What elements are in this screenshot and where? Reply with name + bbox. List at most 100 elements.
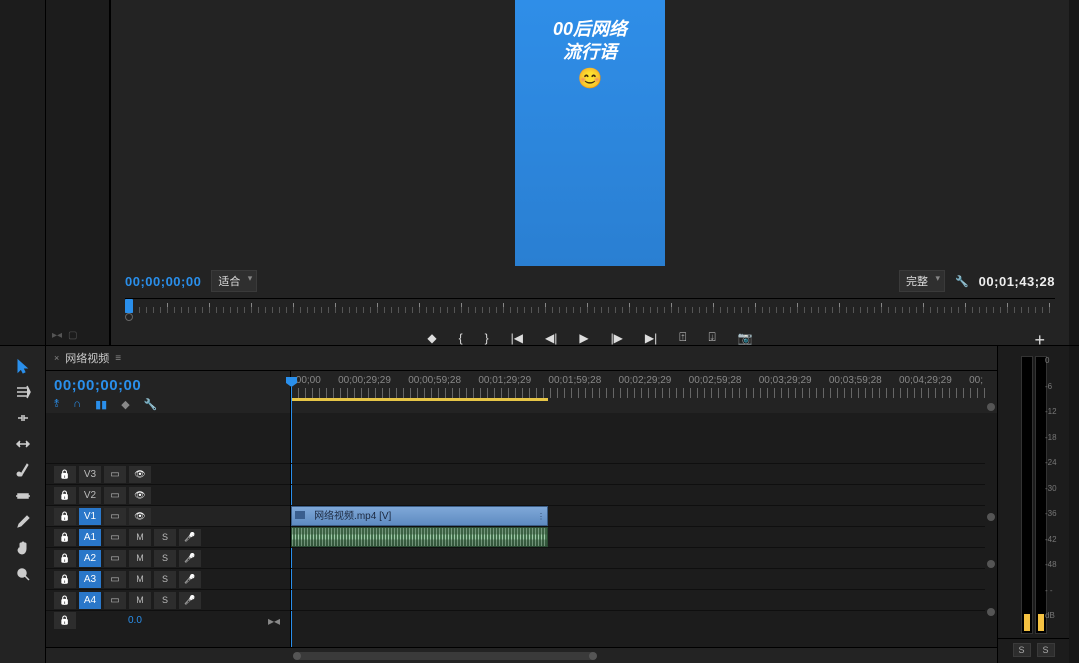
voice-record-icon[interactable] [179,571,201,588]
solo-right-button[interactable]: S [1037,643,1055,657]
track-v2-label[interactable]: V2 [79,487,101,504]
hand-tool-icon[interactable] [12,538,34,558]
export-frame-icon[interactable]: 📷 [738,331,753,345]
pen-tool-icon[interactable] [12,512,34,532]
sync-lock-icon[interactable] [104,529,126,546]
lock-icon[interactable] [54,612,76,629]
ripple-edit-tool-icon[interactable] [12,408,34,428]
timeline-ruler[interactable]: ;00;0000;00;29;2900;00;59;2800;01;29;290… [291,371,997,413]
go-to-in-icon[interactable]: |◀ [511,331,523,345]
solo-button[interactable]: S [154,529,176,546]
mute-button[interactable]: M [129,592,151,609]
toggle-output-icon[interactable] [129,508,151,525]
voice-record-icon[interactable] [179,550,201,567]
solo-button[interactable]: S [154,550,176,567]
add-marker-icon[interactable]: ◆ [427,331,436,345]
track-v3-label[interactable]: V3 [79,466,101,483]
sync-lock-icon[interactable] [104,550,126,567]
track-a3-label[interactable]: A3 [79,571,101,588]
monitor-timecode[interactable]: 00;00;00;00 [125,274,201,289]
voice-record-icon[interactable] [179,592,201,609]
solo-left-button[interactable]: S [1013,643,1031,657]
monitor-ruler[interactable] [125,298,1055,324]
timeline-hscroll[interactable] [46,647,997,663]
new-item-icon[interactable]: ▢ [68,330,77,341]
timeline-body: V3 V2 V1 [46,413,997,647]
sync-lock-icon[interactable] [104,592,126,609]
track-a2-label[interactable]: A2 [79,550,101,567]
audio-meters-panel: 0-6-12-18-24-30-36-42-48- -dB S S [997,346,1069,663]
linked-selection-icon[interactable]: ∩ [73,398,81,411]
go-to-out-icon[interactable]: ▶| [645,331,657,345]
monitor-playhead[interactable] [125,299,133,313]
tl-settings-icon[interactable]: 🔧 [144,398,158,411]
sync-lock-icon[interactable] [104,487,126,504]
tl-marker-icon[interactable]: ◆ [121,398,129,411]
lift-icon[interactable]: ⍐ [679,330,686,345]
track-v1-label[interactable]: V1 [79,508,101,525]
lock-icon[interactable] [54,592,76,609]
extract-icon[interactable]: ⍗ [708,330,715,345]
mute-button[interactable]: M [129,571,151,588]
markers-icon[interactable]: ▮▮ [95,398,107,411]
track-header-v1: V1 [46,505,290,526]
zoom-tool-icon[interactable] [12,564,34,584]
lock-icon[interactable] [54,571,76,588]
mark-out-icon[interactable]: } [485,331,489,345]
mute-button[interactable]: M [129,529,151,546]
bin-icon[interactable]: ▸◂ [52,330,62,341]
play-icon[interactable]: ▶ [579,331,588,345]
tab-close-icon[interactable]: × [54,353,59,363]
timeline-timecode[interactable]: 00;00;00;00 [54,377,282,394]
program-monitor: 00后网络 流行语 😊 00;00;00;00 适合 完整 🔧 00;01;43… [110,0,1069,345]
lock-icon[interactable] [54,529,76,546]
mark-in-icon[interactable]: { [459,331,463,345]
monitor-controls: 00;00;00;00 适合 完整 🔧 00;01;43;28 ◆ { [111,266,1069,359]
work-area-bar[interactable] [291,398,548,401]
track-select-tool-icon[interactable] [12,382,34,402]
toolbar [0,346,46,663]
sync-lock-icon[interactable] [104,466,126,483]
audio-clip[interactable] [291,527,548,547]
track-a1-label[interactable]: A1 [79,529,101,546]
toggle-output-icon[interactable] [129,487,151,504]
step-back-icon[interactable]: ◀| [545,331,557,345]
lock-icon[interactable] [54,466,76,483]
track-a4-label[interactable]: A4 [79,592,101,609]
settings-wrench-icon[interactable]: 🔧 [955,275,969,288]
vscroll-handle[interactable] [987,513,995,521]
lock-icon[interactable] [54,487,76,504]
link-icon[interactable]: ▸◂ [268,614,280,628]
vscroll-handle[interactable] [987,560,995,568]
track-lanes[interactable]: 网络视频.mp4 [V] ⋮ [291,413,997,647]
solo-button[interactable]: S [154,592,176,609]
vscroll-handle[interactable] [987,608,995,616]
track-header-v3: V3 [46,463,290,484]
mute-button[interactable]: M [129,550,151,567]
quality-dropdown[interactable]: 完整 [899,270,945,292]
lower-row: × 网络视频 ≡ 00;00;00;00 ⥉ ∩ ▮▮ ◆ 🔧 [0,345,1079,663]
lock-icon[interactable] [54,550,76,567]
canvas-area[interactable]: 00后网络 流行语 😊 [111,0,1069,266]
clip-handle-icon[interactable]: ⋮ [537,508,545,525]
vscroll-handle-top[interactable] [987,403,995,411]
voice-record-icon[interactable] [179,529,201,546]
monitor-scrubber[interactable] [125,313,133,321]
slip-tool-icon[interactable] [12,486,34,506]
rate-stretch-tool-icon[interactable] [12,434,34,454]
video-clip[interactable]: 网络视频.mp4 [V] ⋮ [291,506,548,526]
master-value[interactable]: 0.0 [128,615,142,626]
lock-icon[interactable] [54,508,76,525]
solo-button[interactable]: S [154,571,176,588]
sync-lock-icon[interactable] [104,571,126,588]
zoom-fit-dropdown[interactable]: 适合 [211,270,257,292]
selection-tool-icon[interactable] [12,356,34,376]
razor-tool-icon[interactable] [12,460,34,480]
step-fwd-icon[interactable]: |▶ [611,331,623,345]
sync-lock-icon[interactable] [104,508,126,525]
snap-icon[interactable]: ⥉ [54,398,59,411]
toggle-output-icon[interactable] [129,466,151,483]
ruler-labels: ;00;0000;00;29;2900;00;59;2800;01;29;290… [291,375,985,387]
track-header-a2: A2 M S [46,547,290,568]
sequence-tab[interactable]: 网络视频 [65,350,109,366]
